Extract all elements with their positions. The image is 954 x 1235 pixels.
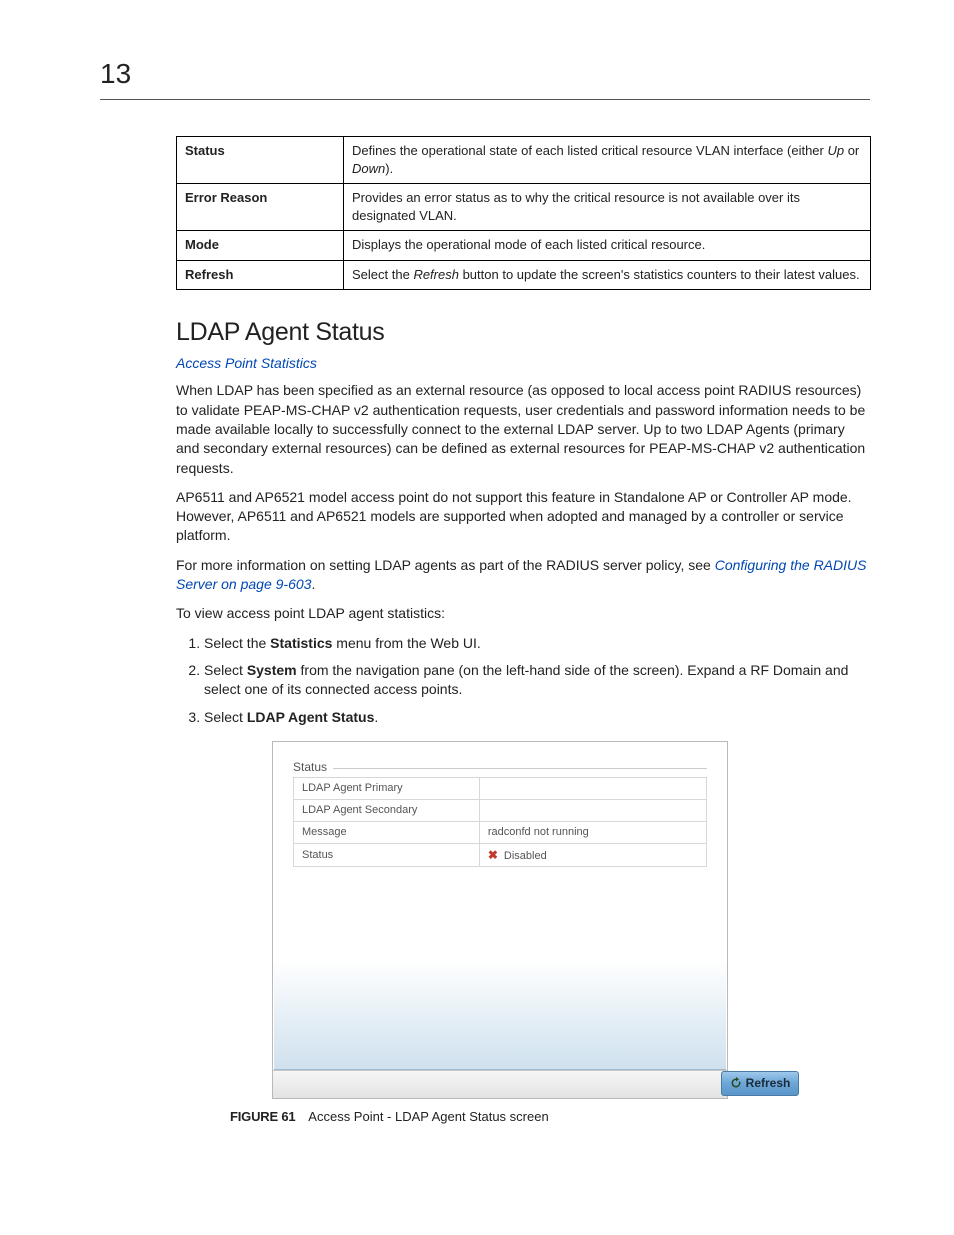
value-cell: radconfd not running [479,821,706,843]
refresh-button[interactable]: Refresh [721,1071,799,1096]
text: Select [204,662,247,678]
text: Select the [352,267,413,282]
table-row: Refresh Select the Refresh button to upd… [177,260,871,290]
term-cell: Refresh [177,260,344,290]
italic-text: Down [352,161,385,176]
text: or [844,143,859,158]
table-row: LDAP Agent Primary [294,777,707,799]
desc-cell: Defines the operational state of each li… [344,137,871,184]
text: button to update the screen's statistics… [459,267,860,282]
text: menu from the Web UI. [332,635,480,651]
key-cell: LDAP Agent Primary [294,777,480,799]
table-row: LDAP Agent Secondary [294,799,707,821]
paragraph: To view access point LDAP agent statisti… [176,604,871,623]
italic-text: Refresh [413,267,459,282]
key-cell: Message [294,821,480,843]
figure-footer [273,1070,727,1098]
table-row: Status Defines the operational state of … [177,137,871,184]
text: ). [385,161,393,176]
text: Select the [204,635,270,651]
gradient-fill [274,960,726,1070]
term-cell: Error Reason [177,184,344,231]
text: . [311,576,315,592]
italic-text: Up [827,143,844,158]
steps-list: Select the Statistics menu from the Web … [176,634,871,727]
paragraph: For more information on setting LDAP age… [176,556,871,595]
refresh-icon [730,1077,742,1089]
panel-title: Status [293,760,333,774]
text: Select [204,709,247,725]
table-row: Message radconfd not running [294,821,707,843]
status-table: LDAP Agent Primary LDAP Agent Secondary … [293,777,707,867]
key-cell: LDAP Agent Secondary [294,799,480,821]
desc-cell: Select the Refresh button to update the … [344,260,871,290]
table-row: Error Reason Provides an error status as… [177,184,871,231]
paragraph: AP6511 and AP6521 model access point do … [176,488,871,546]
screenshot-figure: Status LDAP Agent Primary LDAP Agent Sec… [272,741,728,1099]
ui-term: Statistics [270,635,332,651]
text: Defines the operational state of each li… [352,143,827,158]
page-content: Status Defines the operational state of … [176,136,871,1124]
key-cell: Status [294,843,480,866]
section-heading: LDAP Agent Status [176,318,871,347]
table-row: Status ✖ Disabled [294,843,707,866]
list-item: Select LDAP Agent Status. [204,708,871,727]
table-row: Mode Displays the operational mode of ea… [177,231,871,261]
ui-term: LDAP Agent Status [247,709,375,725]
value-cell [479,799,706,821]
value-cell [479,777,706,799]
term-cell: Status [177,137,344,184]
definition-table: Status Defines the operational state of … [176,136,871,290]
breadcrumb-link[interactable]: Access Point Statistics [176,355,871,371]
term-cell: Mode [177,231,344,261]
caption-text: Access Point - LDAP Agent Status screen [308,1109,548,1124]
list-item: Select the Statistics menu from the Web … [204,634,871,653]
caption-label: FIGURE 61 [230,1109,295,1124]
text: from the navigation pane (on the left-ha… [204,662,848,697]
disabled-x-icon: ✖ [488,848,498,862]
value-cell: ✖ Disabled [479,843,706,866]
paragraph: When LDAP has been specified as an exter… [176,381,871,478]
desc-cell: Provides an error status as to why the c… [344,184,871,231]
ui-term: System [247,662,297,678]
text: . [374,709,378,725]
desc-cell: Displays the operational mode of each li… [344,231,871,261]
status-text: Disabled [504,850,547,862]
page-number: 13 [100,58,131,90]
list-item: Select System from the navigation pane (… [204,661,871,700]
header-rule [100,99,870,100]
panel-rule [293,768,707,769]
refresh-label: Refresh [746,1076,791,1090]
figure-caption: FIGURE 61 Access Point - LDAP Agent Stat… [230,1109,871,1124]
text: For more information on setting LDAP age… [176,557,715,573]
